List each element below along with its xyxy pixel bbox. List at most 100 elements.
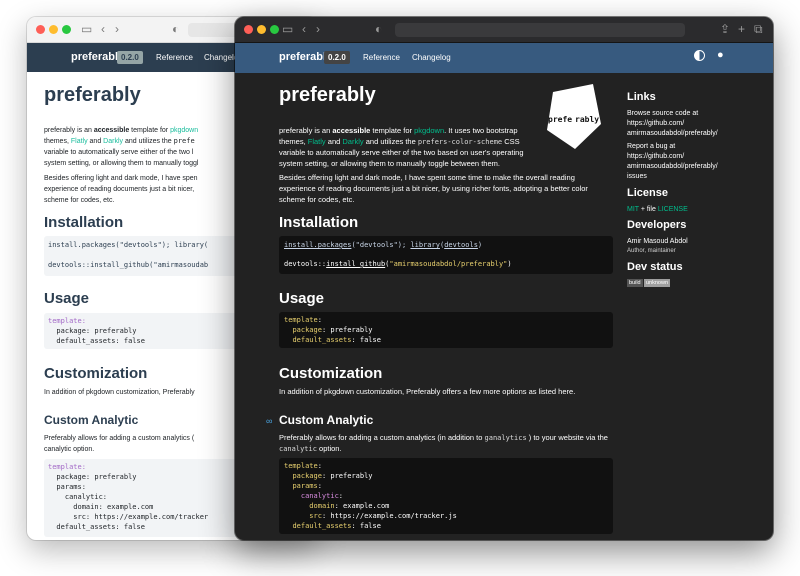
code-line: default_assets: false bbox=[292, 522, 381, 530]
privacy-shield-icon: ◐ bbox=[172, 22, 180, 36]
report-bug-link[interactable]: https://github.com/ bbox=[627, 152, 684, 162]
license-mit-link[interactable]: MIT bbox=[627, 206, 639, 213]
code-line: package: preferably bbox=[292, 472, 373, 480]
zoom-button[interactable] bbox=[62, 25, 71, 34]
code-line: default_assets: false bbox=[48, 523, 145, 531]
install-code-block: install.packages("devtools"); library(de… bbox=[279, 236, 613, 274]
dev-status-heading: Dev status bbox=[627, 261, 683, 273]
customization-heading: Customization bbox=[44, 365, 148, 382]
para-line: experience of reading documents just a b… bbox=[279, 184, 588, 193]
close-button[interactable] bbox=[244, 25, 253, 34]
code-line: src: https://example.com/tracker.js bbox=[309, 512, 457, 520]
code-line: src: https://example.com/tracker bbox=[48, 513, 209, 521]
back-arrow-icon[interactable]: ‹ bbox=[302, 22, 306, 36]
analytic-text: canalytic option. bbox=[279, 444, 342, 453]
customization-text: In addition of pkgdown customization, Pr… bbox=[279, 387, 576, 396]
license-heading: License bbox=[627, 187, 668, 199]
logo-text-right: rably bbox=[575, 115, 599, 124]
report-bug-link[interactable]: amirmasoudabdol/preferably/ bbox=[627, 162, 718, 172]
share-icon[interactable]: ⇪ bbox=[720, 22, 730, 36]
code-line: canalytic: bbox=[48, 493, 108, 501]
forward-arrow-icon[interactable]: › bbox=[115, 22, 119, 36]
sidebar-toggle-icon[interactable]: ▭ bbox=[282, 22, 293, 36]
back-arrow-icon[interactable]: ‹ bbox=[101, 22, 105, 36]
usage-heading: Usage bbox=[279, 290, 325, 307]
intro-line: variable to automatically serve either o… bbox=[44, 149, 194, 156]
installation-heading: Installation bbox=[279, 214, 359, 231]
browse-source-link[interactable]: https://github.com/ bbox=[627, 119, 684, 129]
code-line: params: bbox=[292, 482, 322, 490]
code-line: default_assets: false bbox=[48, 337, 145, 345]
para-line: Besides offering light and dark mode, I … bbox=[44, 175, 198, 182]
intro-line: themes, Flatly and Darkly and utilizes t… bbox=[44, 137, 195, 145]
code-line: template: bbox=[48, 463, 86, 471]
para-line: Besides offering light and dark mode, I … bbox=[279, 173, 575, 182]
intro-line: preferably is an accessible template for… bbox=[279, 126, 518, 135]
minimize-button[interactable] bbox=[49, 25, 58, 34]
intro-line: system setting, or allowing them to manu… bbox=[44, 160, 199, 167]
sidebar-toggle-icon[interactable]: ▭ bbox=[81, 22, 92, 36]
code-line: package: preferably bbox=[48, 327, 137, 335]
version-badge: 0.2.0 bbox=[117, 51, 143, 64]
address-bar[interactable] bbox=[395, 23, 685, 37]
license-line: MIT + file LICENSE bbox=[627, 205, 688, 215]
code-line: default_assets: false bbox=[292, 336, 381, 344]
developer-role: Author, maintainer bbox=[627, 248, 676, 254]
build-badge-label[interactable]: build bbox=[627, 279, 643, 287]
links-heading: Links bbox=[627, 91, 656, 103]
usage-code-block: template: package: preferably default_as… bbox=[279, 312, 613, 348]
forward-arrow-icon[interactable]: › bbox=[316, 22, 320, 36]
license-plus-text: + file bbox=[638, 206, 658, 213]
code-line: install.packages("devtools"); library(de… bbox=[284, 241, 483, 249]
intro-line: variable to automatically serve either o… bbox=[279, 148, 524, 157]
code-line: package: preferably bbox=[292, 326, 373, 334]
code-line: devtools::install_github("amirmasoudabdo… bbox=[284, 260, 512, 268]
analytic-text: Preferably allows for adding a custom an… bbox=[44, 435, 195, 442]
code-line: install.packages("devtools"); library( bbox=[48, 241, 209, 249]
developer-name-link[interactable]: Amir Masoud Abdol bbox=[627, 237, 688, 247]
intro-line: preferably is an accessible template for… bbox=[44, 127, 199, 134]
nav-reference[interactable]: Reference bbox=[156, 53, 193, 62]
preferably-logo: prefe rably bbox=[547, 84, 601, 149]
code-line: domain: example.com bbox=[309, 502, 390, 510]
code-line: template: bbox=[284, 462, 322, 470]
page-title: preferably bbox=[279, 84, 376, 106]
build-badge-status[interactable]: unknown bbox=[644, 279, 671, 287]
github-icon[interactable]: ● bbox=[717, 49, 724, 61]
dark-navbar: preferably 0.2.0 Reference Changelog ● bbox=[235, 43, 773, 73]
tab-overview-icon[interactable]: ⧉ bbox=[754, 22, 763, 36]
new-tab-icon[interactable]: + bbox=[738, 22, 745, 36]
nav-changelog[interactable]: Changelog bbox=[412, 53, 451, 62]
minimize-button[interactable] bbox=[257, 25, 266, 34]
report-bug-link[interactable]: issues bbox=[627, 172, 647, 182]
intro-line: system setting, or allowing them to manu… bbox=[279, 159, 500, 168]
browse-source-label: Browse source code at bbox=[627, 110, 699, 117]
nav-reference[interactable]: Reference bbox=[363, 53, 400, 62]
theme-toggle-icon[interactable] bbox=[694, 50, 705, 61]
license-file-link[interactable]: LICENSE bbox=[658, 206, 688, 213]
logo-text-left: prefe bbox=[548, 115, 572, 124]
code-line: package: preferably bbox=[48, 473, 137, 481]
custom-analytic-heading: Custom Analytic bbox=[279, 413, 374, 427]
code-line: domain: example.com bbox=[48, 503, 154, 511]
code-line: params: bbox=[48, 483, 86, 491]
code-line: devtools::install_github("amirmasoudab bbox=[48, 261, 209, 269]
usage-heading: Usage bbox=[44, 290, 90, 307]
installation-heading: Installation bbox=[44, 214, 124, 231]
dark-browser-window: ▭ ‹ › ◐ ⇪ + ⧉ preferably 0.2.0 Reference… bbox=[235, 17, 773, 540]
code-line: template: bbox=[48, 317, 86, 325]
privacy-shield-icon: ◐ bbox=[375, 22, 383, 36]
dark-window-titlebar: ▭ ‹ › ◐ ⇪ + ⧉ bbox=[235, 17, 773, 43]
page-title: preferably bbox=[44, 84, 141, 106]
zoom-button[interactable] bbox=[270, 25, 279, 34]
customization-heading: Customization bbox=[279, 365, 383, 382]
anchor-link-icon[interactable]: ∞ bbox=[266, 416, 272, 426]
browse-source-link[interactable]: amirmasoudabdol/preferably/ bbox=[627, 129, 718, 139]
analytic-text: canalytic option. bbox=[44, 446, 95, 453]
code-line: canalytic: bbox=[300, 492, 344, 500]
para-line: scheme for codes, etc. bbox=[279, 195, 355, 204]
close-button[interactable] bbox=[36, 25, 45, 34]
custom-analytic-heading: Custom Analytic bbox=[44, 413, 139, 427]
developers-heading: Developers bbox=[627, 219, 687, 231]
version-badge: 0.2.0 bbox=[324, 51, 350, 64]
